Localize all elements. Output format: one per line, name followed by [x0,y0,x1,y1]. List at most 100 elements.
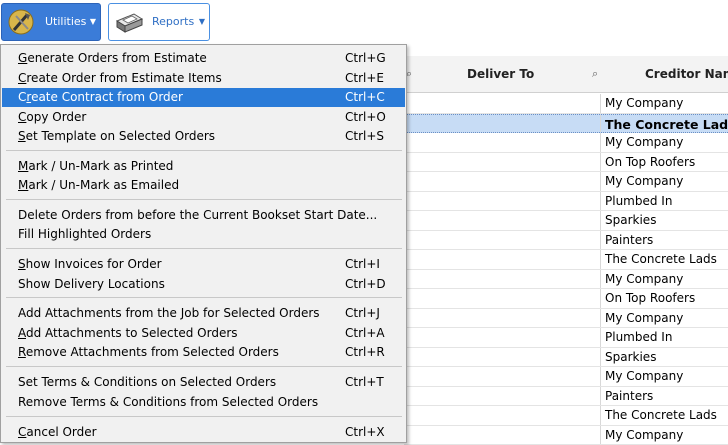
creditor-cell: Plumbed In [605,194,672,208]
table-row[interactable]: The Concrete Lads [404,250,728,270]
printer-icon [114,8,144,36]
menu-item-cancel-order[interactable]: Cancel OrderCtrl+X [2,423,405,442]
menu-item-label: Delete Orders from before the Current Bo… [18,208,377,222]
column-divider [600,94,601,113]
creditor-cell: My Company [605,174,683,188]
table-row[interactable]: On Top Roofers [404,289,728,309]
table-row[interactable]: My Company [404,270,728,290]
menu-separator [6,366,402,367]
creditor-cell: On Top Roofers [605,155,695,169]
menu-item-label: Remove Terms & Conditions from Selected … [18,395,318,409]
column-header-deliver-to[interactable]: Deliver To [467,67,534,81]
menu-item-set-template-on-selected-orders[interactable]: Set Template on Selected Orders Ctrl+S [2,127,405,146]
menu-item-set-terms-conditions-on-selected-orders[interactable]: Set Terms & Conditions on Selected Order… [2,373,405,392]
table-row[interactable]: Painters [404,231,728,251]
menu-item-add-attachments-from-the-job-for-selected-orders[interactable]: Add Attachments from the Job for Selecte… [2,304,405,323]
menu-item-create-contract-from-order[interactable]: Create Contract from OrderCtrl+C [2,88,405,107]
table-row[interactable]: My Company [404,309,728,329]
menu-item-shortcut: Ctrl+A [345,326,385,340]
creditor-cell: The Concrete Lads [605,252,717,266]
creditor-cell: Plumbed In [605,330,672,344]
menu-separator [6,416,402,417]
utilities-button[interactable]: Utilities ▼ [1,3,101,41]
column-divider [600,192,601,211]
creditor-cell: Painters [605,389,653,403]
table-row[interactable]: Sparkies [404,348,728,368]
table-row[interactable]: My Company [404,426,728,445]
menu-separator [6,248,402,249]
table-row[interactable]: My Company [404,367,728,387]
menu-item-label: Show Invoices for Order [18,257,162,271]
menu-item-create-order-from-estimate-items[interactable]: Create Order from Estimate ItemsCtrl+E [2,69,405,88]
grid-body: My Company The Concrete Lads My Company On … [404,94,728,445]
creditor-cell: My Company [605,272,683,286]
chevron-down-icon[interactable]: ▼ [90,17,96,26]
menu-item-copy-order[interactable]: Copy Order Ctrl+O [2,108,405,127]
menu-item-delete-orders-from-before-the-current-bookset-start-date[interactable]: Delete Orders from before the Current Bo… [2,206,405,225]
column-divider [600,348,601,367]
table-row[interactable]: My Company [404,172,728,192]
toolbar: Utilities ▼ Reports ▼ [0,0,728,46]
menu-item-label: Copy Order [18,110,86,124]
menu-item-show-delivery-locations[interactable]: Show Delivery LocationsCtrl+D [2,275,405,294]
search-icon[interactable]: ⌕ [592,67,598,81]
utilities-dropdown-menu: Generate Orders from Estimate Ctrl+G Creat… [0,44,407,443]
column-divider [600,289,601,308]
menu-item-shortcut: Ctrl+S [345,129,384,143]
table-row[interactable]: Plumbed In [404,192,728,212]
menu-item-fill-highlighted-orders[interactable]: Fill Highlighted Orders [2,225,405,244]
menu-item-shortcut: Ctrl+J [345,306,380,320]
menu-item-add-attachments-to-selected-orders[interactable]: Add Attachments to Selected OrdersCtrl+A [2,324,405,343]
menu-item-show-invoices-for-order[interactable]: Show Invoices for Order Ctrl+I [2,255,405,274]
creditor-cell: The Concrete Lads [605,408,717,422]
menu-item-label: Set Template on Selected Orders [18,129,215,143]
menu-item-shortcut: Ctrl+G [345,51,386,65]
menu-item-label: Add Attachments from the Job for Selecte… [18,306,320,320]
creditor-cell: My Company [605,428,683,442]
table-row[interactable]: Sparkies [404,211,728,231]
menu-item-label: Cancel Order [18,425,97,439]
column-divider [600,406,601,425]
column-divider [600,172,601,191]
menu-item-shortcut: Ctrl+I [345,257,380,271]
creditor-cell: My Company [605,311,683,325]
table-row[interactable]: The Concrete Lads [404,114,728,134]
creditor-cell: My Company [605,135,683,149]
menu-separator [6,199,402,200]
table-row[interactable]: The Concrete Lads [404,406,728,426]
menu-item-mark-un-mark-as-printed[interactable]: Mark / Un-Mark as Printed [2,157,405,176]
menu-item-label: Show Delivery Locations [18,277,165,291]
menu-item-shortcut: Ctrl+O [345,110,386,124]
menu-item-mark-un-mark-as-emailed[interactable]: Mark / Un-Mark as Emailed [2,176,405,195]
chevron-down-icon[interactable]: ▼ [199,17,205,26]
column-divider [600,426,601,445]
table-row[interactable]: Painters [404,387,728,407]
menu-item-label: Generate Orders from Estimate [18,51,207,65]
column-divider [600,387,601,406]
creditor-cell: The Concrete Lads [605,117,728,132]
menu-item-label: Mark / Un-Mark as Emailed [18,178,179,192]
menu-item-label: Mark / Un-Mark as Printed [18,159,173,173]
table-row[interactable]: Plumbed In [404,328,728,348]
menu-separator [6,150,402,151]
creditor-cell: My Company [605,96,683,110]
column-divider [600,250,601,269]
menu-item-remove-terms-conditions-from-selected-orders[interactable]: Remove Terms & Conditions from Selected … [2,393,405,412]
utilities-label: Utilities [45,15,86,28]
creditor-cell: Painters [605,233,653,247]
menu-item-shortcut: Ctrl+T [345,375,384,389]
menu-item-label: Remove Attachments from Selected Orders [18,345,279,359]
table-row[interactable]: My Company [404,133,728,153]
column-divider [600,115,601,133]
menu-item-generate-orders-from-estimate[interactable]: Generate Orders from Estimate Ctrl+G [2,49,405,68]
reports-button[interactable]: Reports ▼ [108,3,210,41]
table-row[interactable]: On Top Roofers [404,153,728,173]
column-header-creditor-name[interactable]: Creditor Nam [645,67,728,81]
menu-separator [6,297,402,298]
table-row[interactable]: My Company [404,94,728,114]
menu-item-label: Set Terms & Conditions on Selected Order… [18,375,276,389]
column-divider [600,328,601,347]
menu-item-remove-attachments-from-selected-orders[interactable]: Remove Attachments from Selected OrdersC… [2,343,405,362]
creditor-cell: Sparkies [605,213,656,227]
column-divider [600,367,601,386]
